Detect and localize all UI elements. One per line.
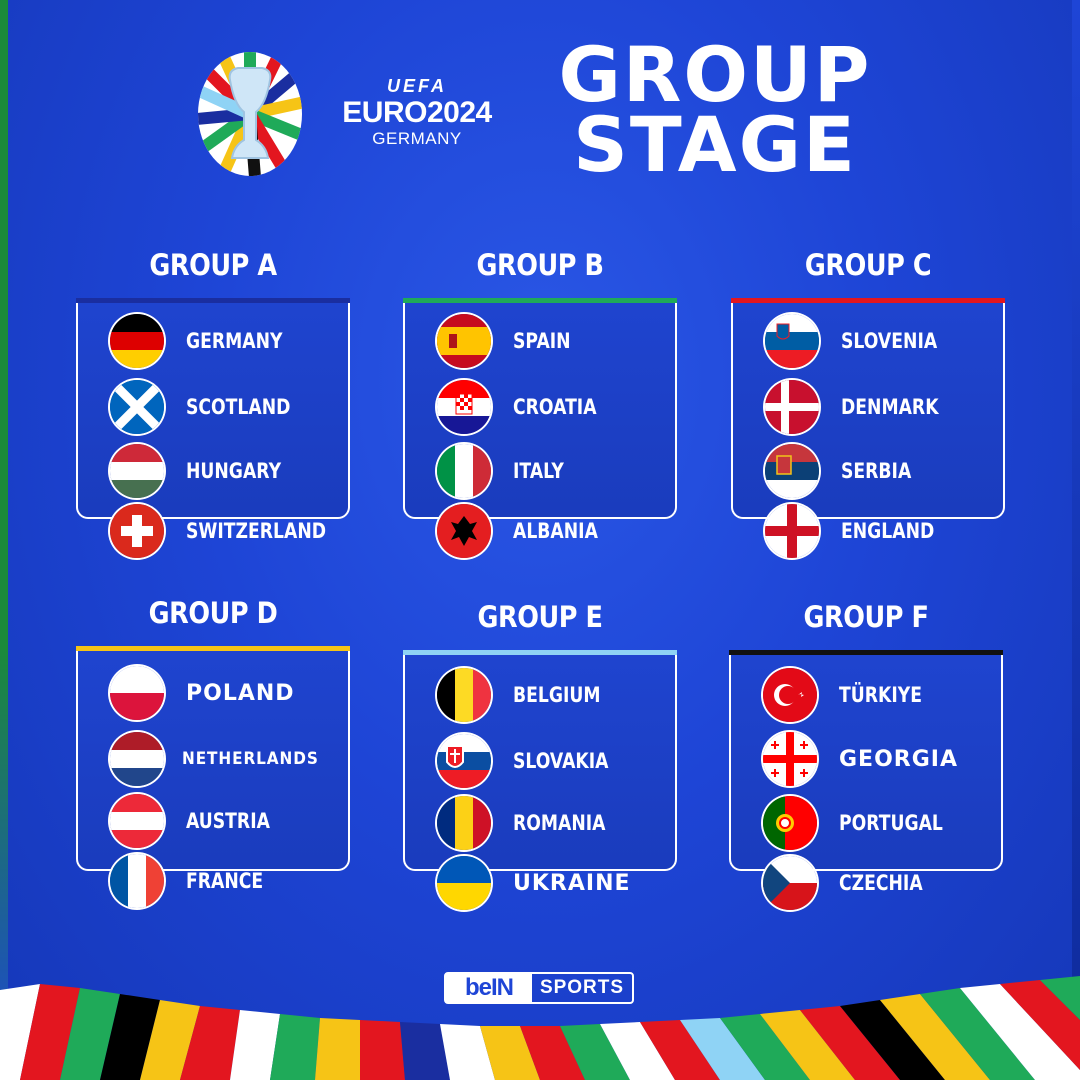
team-name: PORTUGAL bbox=[839, 811, 943, 835]
group-title: GROUP A bbox=[149, 248, 277, 282]
euro-trophy-logo bbox=[196, 50, 304, 182]
bein-logo-mark: beIN bbox=[446, 974, 532, 1002]
team-name: BELGIUM bbox=[513, 683, 601, 707]
team-row: ROMANIA bbox=[437, 795, 626, 851]
france-flag-icon bbox=[110, 854, 164, 908]
team-row: BELGIUM bbox=[437, 667, 620, 723]
belgium-flag-icon bbox=[437, 668, 491, 722]
team-name: SLOVENIA bbox=[841, 329, 938, 353]
team-row: ITALY bbox=[437, 443, 575, 499]
team-name: SWITZERLAND bbox=[186, 519, 327, 543]
group-panel: SLOVENIA DENMARK SERBIA ENGLAND bbox=[731, 303, 1005, 558]
group-title: GROUP C bbox=[804, 248, 932, 282]
team-name: SCOTLAND bbox=[186, 395, 291, 419]
team-name: GERMANY bbox=[186, 329, 283, 353]
team-name: CZECHIA bbox=[839, 871, 923, 895]
team-name: POLAND bbox=[186, 680, 295, 706]
team-row: PORTUGAL bbox=[763, 795, 966, 851]
sports-logo-text: SPORTS bbox=[539, 977, 625, 998]
team-row: UKRAINE bbox=[437, 855, 631, 911]
georgia-flag-icon bbox=[763, 732, 817, 786]
team-name: ENGLAND bbox=[841, 519, 935, 543]
team-row: SLOVAKIA bbox=[437, 733, 629, 789]
team-name: TÜRKIYE bbox=[839, 683, 922, 707]
team-row: CZECHIA bbox=[763, 855, 941, 911]
england-flag-icon bbox=[765, 504, 819, 558]
team-name: FRANCE bbox=[186, 869, 264, 893]
team-name: SLOVAKIA bbox=[513, 749, 609, 773]
team-row: FRANCE bbox=[110, 853, 280, 909]
slovakia-flag-icon bbox=[437, 734, 491, 788]
team-row: GERMANY bbox=[110, 313, 304, 369]
group-title: GROUP D bbox=[148, 596, 278, 630]
euro-2024-wordmark: UEFA EURO2024 GERMANY bbox=[322, 76, 512, 149]
group-title: GROUP F bbox=[803, 600, 929, 634]
portugal-flag-icon bbox=[763, 796, 817, 850]
team-name: HUNGARY bbox=[186, 459, 282, 483]
ukraine-flag-icon bbox=[437, 856, 491, 910]
poland-flag-icon bbox=[110, 666, 164, 720]
scotland-flag-icon bbox=[110, 380, 164, 434]
page-title: GROUP STAGE bbox=[540, 37, 890, 189]
team-name: DENMARK bbox=[841, 395, 939, 419]
team-row: GEORGIA bbox=[763, 731, 958, 787]
group-panel: BELGIUM SLOVAKIA ROMANIA UKRAINE bbox=[403, 655, 677, 910]
team-row: ALBANIA bbox=[437, 503, 617, 559]
team-name: GEORGIA bbox=[839, 746, 958, 772]
group-panel: SPAIN CROATIA ITALY ALBANIA bbox=[403, 303, 677, 558]
netherlands-flag-icon bbox=[110, 732, 164, 786]
albania-flag-icon bbox=[437, 504, 491, 558]
team-name: ITALY bbox=[513, 459, 564, 483]
austria-flag-icon bbox=[110, 794, 164, 848]
team-name: SERBIA bbox=[841, 459, 912, 483]
team-name: ALBANIA bbox=[513, 519, 598, 543]
team-row: ENGLAND bbox=[765, 503, 955, 559]
team-row: SLOVENIA bbox=[765, 313, 958, 369]
team-row: HUNGARY bbox=[110, 443, 302, 499]
team-row: AUSTRIA bbox=[110, 793, 288, 849]
group-panel: GERMANY SCOTLAND HUNGARY SWITZERLAND bbox=[76, 303, 350, 558]
team-name: AUSTRIA bbox=[186, 809, 270, 833]
croatia-flag-icon bbox=[437, 380, 491, 434]
slovenia-flag-icon bbox=[765, 314, 819, 368]
group-title: GROUP B bbox=[476, 248, 604, 282]
right-edge-stripe bbox=[1072, 0, 1080, 1080]
team-name: ROMANIA bbox=[513, 811, 606, 835]
switzerland-flag-icon bbox=[110, 504, 164, 558]
denmark-flag-icon bbox=[765, 380, 819, 434]
group-panel: TÜRKIYE GEORGIA PORTUGAL CZECHIA bbox=[729, 655, 1003, 910]
team-row: SERBIA bbox=[765, 443, 927, 499]
team-name: UKRAINE bbox=[513, 870, 631, 896]
serbia-flag-icon bbox=[765, 444, 819, 498]
left-edge-stripe bbox=[0, 0, 8, 1080]
bein-sports-logo: beIN SPORTS bbox=[444, 972, 634, 1004]
title-line-2: STAGE bbox=[573, 100, 857, 189]
team-row: NETHERLANDS bbox=[110, 731, 334, 787]
team-row: POLAND bbox=[110, 665, 295, 721]
team-name: NETHERLANDS bbox=[182, 749, 319, 769]
spain-flag-icon bbox=[437, 314, 491, 368]
team-name: SPAIN bbox=[513, 329, 571, 353]
team-row: SWITZERLAND bbox=[110, 503, 357, 559]
turkiye-flag-icon bbox=[763, 668, 817, 722]
euro-label: EURO2024 bbox=[342, 96, 492, 129]
group-title: GROUP E bbox=[477, 600, 603, 634]
team-name: CROATIA bbox=[513, 395, 597, 419]
team-row: SCOTLAND bbox=[110, 379, 313, 435]
germany-flag-icon bbox=[110, 314, 164, 368]
team-row: DENMARK bbox=[765, 379, 960, 435]
team-row: TÜRKIYE bbox=[763, 667, 940, 723]
czechia-flag-icon bbox=[763, 856, 817, 910]
hungary-flag-icon bbox=[110, 444, 164, 498]
team-row: SPAIN bbox=[437, 313, 583, 369]
italy-flag-icon bbox=[437, 444, 491, 498]
host-country-label: GERMANY bbox=[372, 129, 462, 148]
uefa-label: UEFA bbox=[386, 76, 447, 96]
team-row: CROATIA bbox=[437, 379, 615, 435]
group-panel: POLAND NETHERLANDS AUSTRIA FRANCE bbox=[76, 651, 350, 908]
romania-flag-icon bbox=[437, 796, 491, 850]
